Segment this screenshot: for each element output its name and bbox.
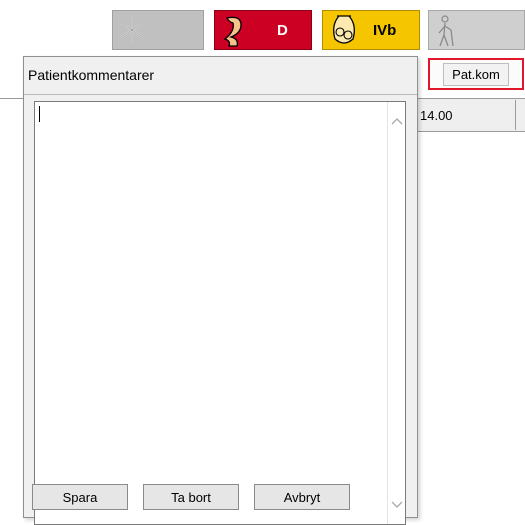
patient-comment-label: Pat.kom — [443, 62, 509, 86]
scroll-up-icon[interactable] — [391, 116, 403, 126]
status-toolbar: D IVb — [0, 0, 525, 52]
figure-icon — [219, 13, 251, 52]
vase-icon — [327, 13, 361, 52]
column-divider — [515, 100, 516, 130]
title-separator — [24, 94, 417, 95]
vertical-scrollbar[interactable] — [387, 102, 405, 524]
save-button[interactable]: Spara — [32, 484, 128, 510]
patient-comments-dialog: Patientkommentarer Spara Ta bort Avbryt — [23, 56, 418, 525]
status-cell-infusion[interactable]: IVb — [322, 10, 420, 50]
infusion-label: IVb — [373, 22, 397, 39]
status-cell-diagnosis[interactable]: D — [214, 10, 312, 50]
status-cell-snow[interactable] — [112, 10, 204, 50]
patient-comment-button[interactable]: Pat.kom — [428, 58, 524, 90]
text-caret — [39, 106, 40, 122]
delete-button[interactable]: Ta bort — [143, 484, 239, 510]
comment-textarea[interactable] — [34, 101, 406, 525]
cancel-button[interactable]: Avbryt — [254, 484, 350, 510]
walking-person-icon — [433, 13, 459, 52]
diagnosis-label: D — [277, 22, 288, 39]
status-cell-walking[interactable] — [428, 10, 525, 50]
snowflake-icon — [117, 13, 147, 50]
scroll-down-icon[interactable] — [391, 500, 403, 510]
dialog-title: Patientkommentarer — [28, 67, 155, 83]
time-cell: 14.00 — [420, 108, 453, 123]
